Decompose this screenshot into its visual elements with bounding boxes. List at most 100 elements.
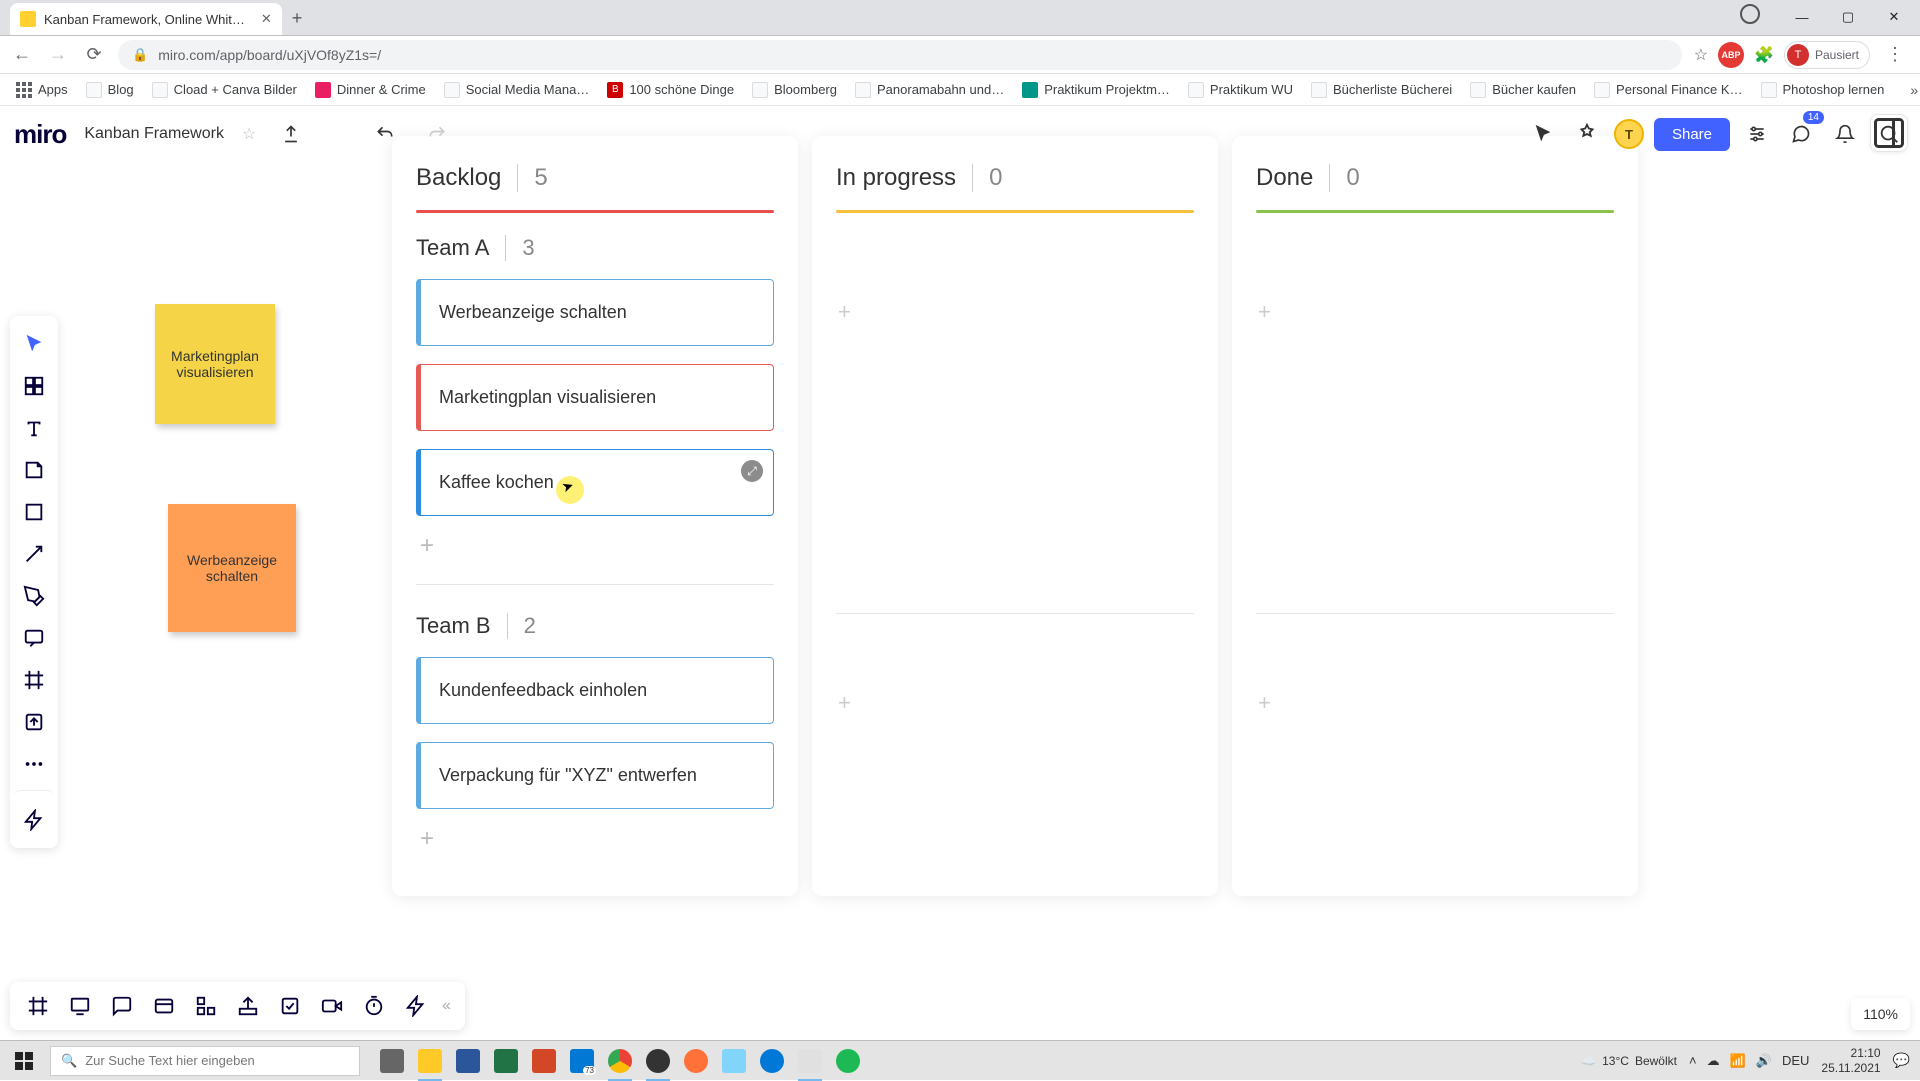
- bookmark-item[interactable]: Bloomberg: [746, 82, 843, 98]
- text-tool[interactable]: [14, 408, 54, 448]
- close-window-button[interactable]: ✕: [1872, 2, 1916, 32]
- kanban-column-done[interactable]: Done 0 + +: [1232, 136, 1638, 896]
- column-header[interactable]: Done 0: [1256, 164, 1614, 192]
- export-icon[interactable]: [274, 117, 308, 151]
- column-header[interactable]: Backlog 5: [416, 164, 774, 192]
- bookmark-item[interactable]: Photoshop lernen: [1755, 82, 1891, 98]
- new-tab-button[interactable]: +: [292, 8, 303, 35]
- kanban-column-in-progress[interactable]: In progress 0 + +: [812, 136, 1218, 896]
- group-header[interactable]: Team B 2: [416, 613, 774, 639]
- add-card-button[interactable]: +: [1256, 293, 1614, 325]
- undo-icon[interactable]: [368, 117, 402, 151]
- browser-tab[interactable]: Kanban Framework, Online Whit… ✕: [10, 3, 282, 35]
- comment-tool[interactable]: [14, 618, 54, 658]
- group-header[interactable]: Team A 3: [416, 235, 774, 261]
- bookmark-item[interactable]: Bücherliste Bücherei: [1305, 82, 1458, 98]
- bookmark-item[interactable]: Bücher kaufen: [1464, 82, 1582, 98]
- edge-icon[interactable]: [754, 1041, 790, 1081]
- pen-tool[interactable]: [14, 576, 54, 616]
- kanban-card[interactable]: Marketingplan visualisieren: [416, 364, 774, 431]
- favorite-star-icon[interactable]: ☆: [242, 124, 256, 144]
- kanban-card[interactable]: Kaffee kochen ⤢: [416, 449, 774, 516]
- kanban-card[interactable]: Kundenfeedback einholen: [416, 657, 774, 724]
- chrome-icon[interactable]: [602, 1041, 638, 1081]
- line-tool[interactable]: [14, 534, 54, 574]
- sticky-note-yellow[interactable]: Marketingplan visualisieren: [155, 304, 275, 424]
- canvas[interactable]: Marketingplan visualisieren Werbeanzeige…: [0, 106, 1920, 1040]
- video-icon[interactable]: [312, 986, 352, 1026]
- start-button[interactable]: [0, 1041, 48, 1081]
- weather-widget[interactable]: ☁️ 13°C Bewölkt: [1581, 1054, 1677, 1068]
- notepad-icon[interactable]: [716, 1041, 752, 1081]
- settings-sliders-icon[interactable]: [1740, 117, 1774, 151]
- right-panel-toggle[interactable]: [1870, 114, 1908, 152]
- firefox-icon[interactable]: [678, 1041, 714, 1081]
- export-icon[interactable]: [228, 986, 268, 1026]
- bookmark-item[interactable]: Praktikum WU: [1182, 82, 1299, 98]
- obs-icon[interactable]: [640, 1041, 676, 1081]
- notifications-bell-icon[interactable]: [1828, 117, 1862, 151]
- bookmarks-overflow[interactable]: »: [1902, 82, 1920, 98]
- timer-icon[interactable]: [354, 986, 394, 1026]
- bookmark-star-icon[interactable]: ☆: [1694, 45, 1708, 65]
- more-tools-icon[interactable]: [14, 744, 54, 784]
- kanban-board[interactable]: Backlog 5 Team A 3 Werbeanzeige schalten…: [392, 136, 1638, 896]
- adblock-icon[interactable]: ABP: [1718, 42, 1744, 68]
- file-explorer-icon[interactable]: [412, 1041, 448, 1081]
- voting-icon[interactable]: [270, 986, 310, 1026]
- hide-cursors-icon[interactable]: [1526, 117, 1560, 151]
- screenshare-icon[interactable]: [186, 986, 226, 1026]
- collapse-toolbar-icon[interactable]: «: [438, 997, 457, 1015]
- bookmark-item[interactable]: Cload + Canva Bilder: [146, 82, 303, 98]
- add-card-button[interactable]: +: [1256, 684, 1614, 716]
- bookmark-item[interactable]: Social Media Mana…: [438, 82, 596, 98]
- volume-icon[interactable]: 🔊: [1756, 1053, 1772, 1069]
- shape-tool[interactable]: [14, 492, 54, 532]
- bookmark-item[interactable]: Praktikum Projektm…: [1016, 82, 1176, 98]
- zoom-level[interactable]: 110%: [1851, 998, 1910, 1030]
- add-card-button[interactable]: +: [420, 825, 444, 853]
- url-input[interactable]: 🔒 miro.com/app/board/uXjVOf8yZ1s=/: [118, 40, 1682, 70]
- sticky-note-orange[interactable]: Werbeanzeige schalten: [168, 504, 296, 632]
- comments-icon[interactable]: 14: [1784, 117, 1818, 151]
- browser-menu-icon[interactable]: ⋮: [1880, 44, 1910, 65]
- mail-icon[interactable]: 73: [564, 1041, 600, 1081]
- kanban-card[interactable]: Werbeanzeige schalten: [416, 279, 774, 346]
- bookmark-item[interactable]: Personal Finance K…: [1588, 82, 1748, 98]
- select-tool[interactable]: [14, 324, 54, 364]
- add-card-button[interactable]: +: [836, 293, 1194, 325]
- frames-panel-icon[interactable]: [18, 986, 58, 1026]
- magic-tool[interactable]: [14, 790, 54, 840]
- activity-icon[interactable]: [396, 986, 436, 1026]
- task-view-icon[interactable]: [374, 1041, 410, 1081]
- system-tray[interactable]: ˄ ☁ 📶 🔊 DEU: [1689, 1053, 1809, 1069]
- upload-tool[interactable]: [14, 702, 54, 742]
- taskbar-clock[interactable]: 21:10 25.11.2021: [1821, 1046, 1880, 1075]
- word-icon[interactable]: [450, 1041, 486, 1081]
- calculator-icon[interactable]: [792, 1041, 828, 1081]
- kanban-card[interactable]: Verpackung für "XYZ" entwerfen: [416, 742, 774, 809]
- bookmark-item[interactable]: Blog: [80, 82, 140, 98]
- excel-icon[interactable]: [488, 1041, 524, 1081]
- wifi-icon[interactable]: 📶: [1730, 1053, 1746, 1069]
- kanban-column-backlog[interactable]: Backlog 5 Team A 3 Werbeanzeige schalten…: [392, 136, 798, 896]
- add-card-button[interactable]: +: [836, 684, 1194, 716]
- extensions-icon[interactable]: 🧩: [1754, 45, 1774, 65]
- expand-card-icon[interactable]: ⤢: [741, 460, 763, 482]
- back-button[interactable]: ←: [10, 44, 34, 65]
- browser-account-icon[interactable]: [1740, 4, 1760, 24]
- close-tab-icon[interactable]: ✕: [261, 11, 272, 27]
- share-button[interactable]: Share: [1654, 118, 1730, 151]
- reactions-icon[interactable]: [1570, 117, 1604, 151]
- reload-button[interactable]: ⟳: [82, 44, 106, 65]
- bookmark-item[interactable]: Panoramabahn und…: [849, 82, 1010, 98]
- sticky-note-tool[interactable]: [14, 450, 54, 490]
- powerpoint-icon[interactable]: [526, 1041, 562, 1081]
- user-avatar[interactable]: T: [1614, 119, 1644, 149]
- miro-logo[interactable]: miro: [14, 119, 66, 150]
- frame-tool[interactable]: [14, 660, 54, 700]
- notifications-icon[interactable]: 💬: [1893, 1052, 1910, 1069]
- apps-shortcut[interactable]: Apps: [10, 82, 74, 98]
- spotify-icon[interactable]: [830, 1041, 866, 1081]
- language-indicator[interactable]: DEU: [1782, 1053, 1809, 1068]
